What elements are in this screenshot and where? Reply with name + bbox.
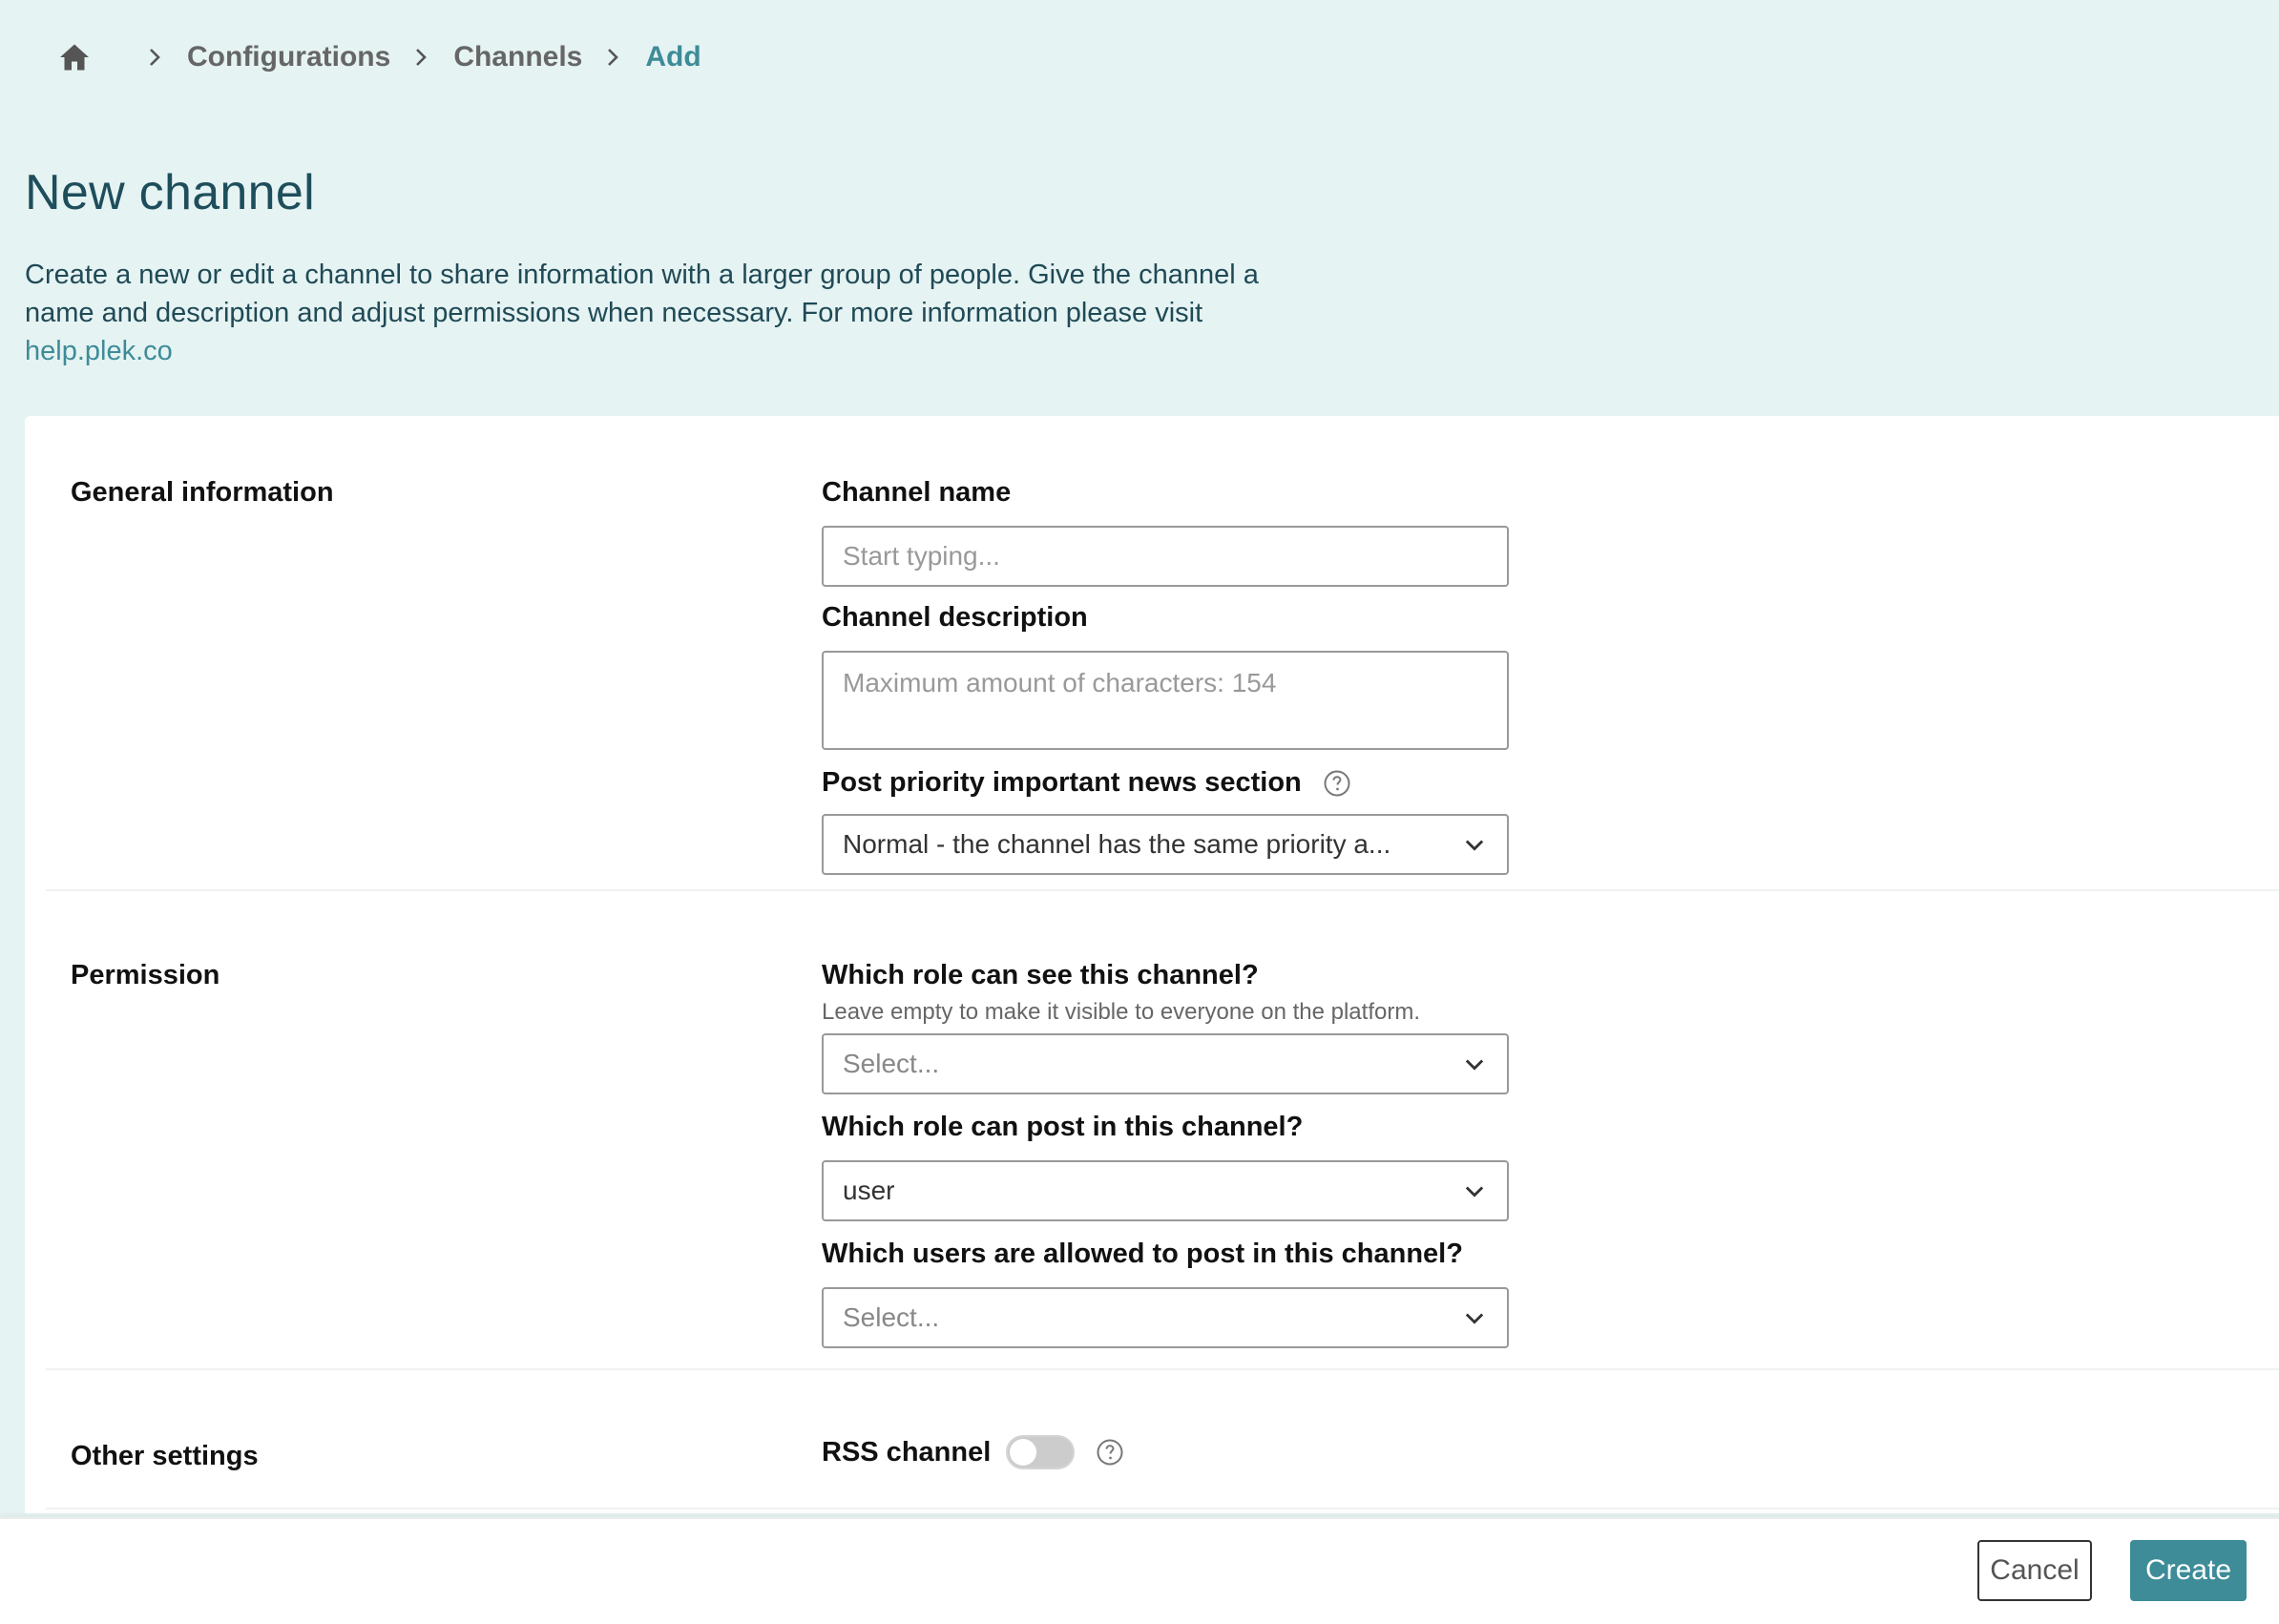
post-users-label: Which users are allowed to post in this … [822, 1239, 1463, 1269]
other-fields: RSS channel [822, 1435, 1509, 1469]
breadcrumb-item-configurations[interactable]: Configurations [187, 41, 390, 73]
create-button[interactable]: Create [2130, 1540, 2247, 1601]
intro-text: Create a new or edit a channel to share … [25, 260, 1259, 328]
other-settings-section: Other settings RSS channel [46, 1370, 2279, 1509]
page-title: New channel [25, 165, 315, 220]
page-intro: Create a new or edit a channel to share … [25, 256, 1294, 370]
breadcrumb-item-channels[interactable]: Channels [453, 41, 582, 73]
priority-label-row: Post priority important news section [822, 767, 1509, 799]
section-label-general: General information [71, 477, 334, 508]
see-role-select[interactable]: Select... [822, 1033, 1509, 1094]
channel-name-label: Channel name [822, 477, 1012, 508]
general-fields: Channel name Start typing... Channel des… [822, 477, 1509, 875]
post-role-select-value: user [843, 1176, 895, 1205]
channel-name-input[interactable]: Start typing... [822, 526, 1509, 587]
priority-select-value: Normal - the channel has the same priori… [843, 829, 1391, 859]
permission-fields: Which role can see this channel? Leave e… [822, 960, 1509, 1348]
see-role-label: Which role can see this channel? [822, 960, 1259, 990]
see-role-hint: Leave empty to make it visible to everyo… [822, 999, 1420, 1025]
rss-toggle[interactable] [1006, 1435, 1076, 1469]
footer-action-bar: Cancel Create [0, 1517, 2279, 1624]
channel-description-textarea[interactable]: Maximum amount of characters: 154 [822, 651, 1509, 750]
chevron-right-icon [409, 46, 432, 69]
priority-label: Post priority important news section [822, 767, 1302, 798]
chevron-down-icon [1461, 831, 1488, 858]
section-label-other: Other settings [71, 1441, 259, 1471]
chevron-down-icon [1461, 1051, 1488, 1077]
see-role-select-value: Select... [843, 1049, 940, 1078]
post-role-label: Which role can post in this channel? [822, 1112, 1304, 1142]
form-card: General information Channel name Start t… [25, 416, 2279, 1513]
section-label-permission: Permission [71, 960, 220, 990]
rss-row: RSS channel [822, 1435, 1509, 1469]
chevron-down-icon [1461, 1177, 1488, 1204]
help-link[interactable]: help.plek.co [25, 336, 173, 366]
channel-description-label: Channel description [822, 602, 1088, 633]
breadcrumb-item-add: Add [645, 41, 701, 73]
breadcrumb: Configurations Channels Add [57, 36, 701, 78]
post-role-select[interactable]: user [822, 1160, 1509, 1221]
help-icon[interactable] [1096, 1438, 1124, 1467]
toggle-knob [1010, 1439, 1037, 1466]
home-icon[interactable] [57, 40, 92, 74]
rss-label: RSS channel [822, 1436, 992, 1468]
chevron-down-icon [1461, 1304, 1488, 1331]
post-users-select-value: Select... [843, 1302, 940, 1332]
chevron-right-icon [601, 46, 624, 69]
priority-select[interactable]: Normal - the channel has the same priori… [822, 814, 1509, 875]
help-icon[interactable] [1323, 769, 1351, 798]
chevron-right-icon [143, 46, 166, 69]
post-users-select[interactable]: Select... [822, 1287, 1509, 1348]
cancel-button[interactable]: Cancel [1977, 1540, 2092, 1601]
general-section: General information Channel name Start t… [46, 416, 2279, 891]
permission-section: Permission Which role can see this chann… [46, 891, 2279, 1370]
